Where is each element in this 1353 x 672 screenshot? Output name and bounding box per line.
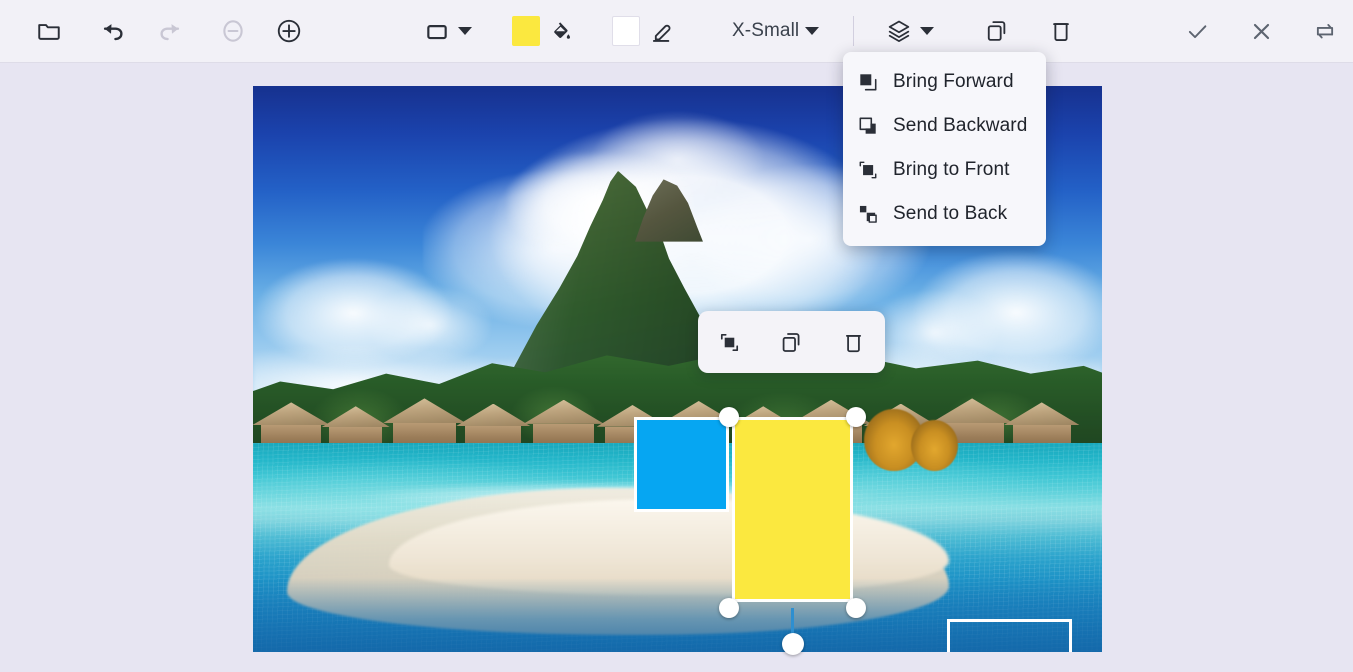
copy-icon [782, 332, 800, 352]
trash-icon [1053, 23, 1070, 42]
cancel-button[interactable] [1238, 8, 1284, 54]
menu-item-bring-forward[interactable]: Bring Forward [843, 60, 1046, 104]
rectangle-shape-icon [427, 25, 447, 40]
close-x-icon [1253, 23, 1269, 39]
blue-rectangle-shape[interactable] [634, 417, 729, 512]
copy-icon [988, 21, 1006, 41]
bottom-left-resize-handle[interactable] [719, 598, 739, 618]
top-left-resize-handle[interactable] [719, 407, 739, 427]
layers-icon [889, 20, 910, 43]
redo-button[interactable] [146, 8, 192, 54]
stroke-size-label: X-Small [732, 20, 800, 41]
zoom-in-button[interactable] [266, 8, 312, 54]
palm-foliage [910, 419, 958, 471]
stroke-size-selector[interactable]: X-Small [724, 8, 827, 54]
check-icon [1188, 24, 1207, 38]
yellow-rectangle-shape[interactable] [732, 417, 853, 602]
folder-icon [38, 24, 60, 40]
menu-item-label: Send to Back [893, 203, 1008, 224]
object-float-toolbar [698, 311, 885, 373]
send-to-back-icon [857, 203, 879, 225]
plus-circle-icon [277, 19, 301, 43]
confirm-button[interactable] [1174, 8, 1220, 54]
fill-color-swatch[interactable] [512, 16, 540, 46]
paint-bucket-icon [554, 22, 570, 39]
undo-arrow-icon [103, 23, 123, 40]
editor-canvas[interactable] [0, 63, 1353, 672]
stroke-color-swatch[interactable] [612, 16, 640, 46]
bring-forward-icon [857, 71, 879, 93]
chevron-down-icon [920, 27, 935, 35]
menu-item-label: Send Backward [893, 115, 1028, 136]
toolbar-divider [853, 16, 855, 46]
zoom-out-button[interactable] [210, 8, 256, 54]
swap-arrows-icon [1317, 24, 1334, 39]
undo-button[interactable] [90, 8, 136, 54]
trash-icon [846, 334, 862, 352]
fill-color-group [512, 8, 578, 54]
menu-item-label: Bring Forward [893, 71, 1014, 92]
shape-tool-selector[interactable] [418, 8, 478, 54]
stroke-color-group [612, 8, 678, 54]
bring-to-front-icon [720, 333, 738, 351]
float-duplicate-button[interactable] [769, 320, 813, 364]
top-right-resize-handle[interactable] [846, 407, 866, 427]
bring-to-front-icon [857, 159, 879, 181]
open-file-button[interactable] [26, 8, 72, 54]
highlighter-pen-icon [652, 24, 671, 42]
chevron-down-icon [805, 27, 820, 35]
minus-circle-icon [223, 20, 243, 42]
float-bring-to-front-button[interactable] [707, 320, 751, 364]
reset-button[interactable] [1302, 8, 1348, 54]
menu-item-bring-to-front[interactable]: Bring to Front [843, 148, 1046, 192]
outline-rectangle-shape[interactable] [947, 619, 1072, 652]
fill-bucket-button[interactable] [544, 8, 578, 54]
stroke-pen-button[interactable] [644, 8, 678, 54]
send-backward-icon [857, 115, 879, 137]
menu-item-send-to-back[interactable]: Send to Back [843, 192, 1046, 236]
chevron-down-icon [458, 27, 472, 35]
arrange-dropdown-menu: Bring Forward Send Backward Bring to Fro… [843, 52, 1046, 246]
app-root: X-Small Bring Forward Send Backward Brin… [0, 0, 1353, 672]
redo-arrow-icon [159, 23, 179, 40]
main-toolbar: X-Small [0, 0, 1353, 63]
delete-button[interactable] [1038, 8, 1084, 54]
arrange-menu-button[interactable] [880, 8, 940, 54]
float-delete-button[interactable] [832, 320, 876, 364]
rotation-handle[interactable] [781, 633, 804, 655]
menu-item-send-backward[interactable]: Send Backward [843, 104, 1046, 148]
bottom-right-resize-handle[interactable] [846, 598, 866, 618]
menu-item-label: Bring to Front [893, 159, 1010, 180]
duplicate-button[interactable] [974, 8, 1020, 54]
